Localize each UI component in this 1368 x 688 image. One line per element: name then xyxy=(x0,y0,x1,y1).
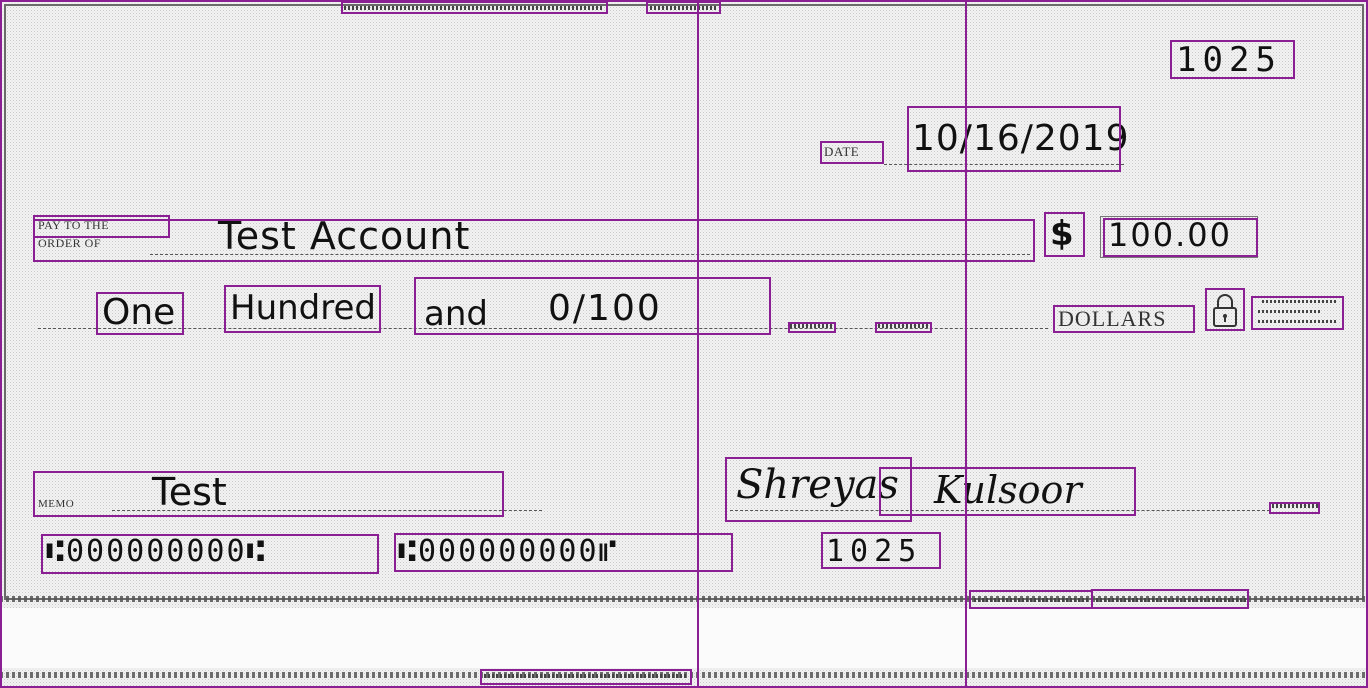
annotation-box xyxy=(394,533,733,572)
annotation-box xyxy=(646,1,721,14)
annotation-box xyxy=(341,1,608,14)
annotation-box xyxy=(96,292,184,335)
annotation-box xyxy=(1103,218,1258,257)
annotation-box xyxy=(33,219,1035,262)
annotation-box xyxy=(1269,502,1320,514)
annotation-box xyxy=(33,471,504,517)
annotation-box xyxy=(1053,305,1195,333)
annotation-box xyxy=(788,322,836,333)
annotation-box xyxy=(480,669,692,685)
annotation-box xyxy=(820,141,884,164)
annotation-box xyxy=(1170,40,1295,79)
annotation-box xyxy=(907,106,1121,172)
annotation-box xyxy=(1044,212,1085,257)
annotation-box xyxy=(1091,589,1249,609)
annotation-box xyxy=(41,534,379,574)
annotation-box xyxy=(821,532,941,569)
annotation-box xyxy=(224,285,381,333)
annotation-box xyxy=(879,467,1136,516)
annotation-box xyxy=(969,590,1093,609)
annotation-box xyxy=(1251,296,1344,330)
annotation-box xyxy=(1205,288,1245,331)
annotation-box xyxy=(0,0,1368,688)
annotation-box xyxy=(875,322,932,333)
annotation-box xyxy=(414,277,771,335)
